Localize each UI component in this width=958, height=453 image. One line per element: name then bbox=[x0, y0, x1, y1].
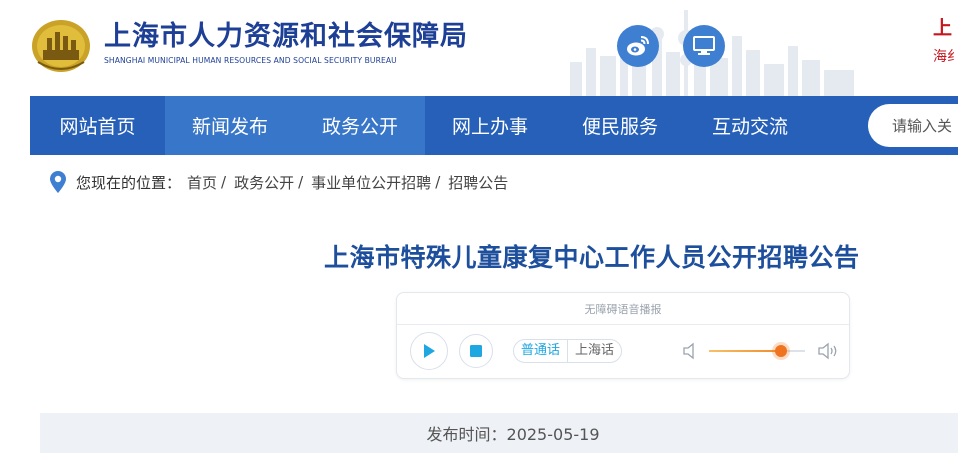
player-header: 无障碍语音播报 bbox=[397, 293, 849, 325]
publish-date: 2025-05-19 bbox=[506, 425, 600, 444]
pc-version-button[interactable] bbox=[683, 25, 725, 67]
lang-shanghainese-option[interactable]: 上海话 bbox=[568, 340, 621, 362]
nav-item-public-services[interactable]: 便民服务 bbox=[555, 96, 685, 155]
search-input[interactable]: 请输入关 bbox=[868, 104, 958, 147]
main-nav: 网站首页 新闻发布 政务公开 网上办事 便民服务 互动交流 请输入关 bbox=[30, 96, 958, 155]
breadcrumb: 您现在的位置： 首页 / 政务公开 / 事业单位公开招聘 / 招聘公告 bbox=[50, 170, 508, 194]
breadcrumb-announcement[interactable]: 招聘公告 bbox=[448, 172, 508, 193]
stop-icon bbox=[470, 345, 482, 357]
weibo-button[interactable] bbox=[617, 25, 659, 67]
page-title: 上海市特殊儿童康复中心工作人员公开招聘公告 bbox=[324, 243, 860, 272]
nav-item-news[interactable]: 新闻发布 bbox=[165, 96, 295, 155]
stop-button[interactable] bbox=[459, 334, 493, 368]
volume-high-icon bbox=[818, 342, 837, 360]
header-right-text: 上 bbox=[933, 17, 953, 39]
breadcrumb-separator: / bbox=[221, 173, 227, 191]
article-info-bar: 发布时间：2025-05-19 bbox=[40, 413, 958, 453]
volume-slider-fill bbox=[709, 350, 781, 352]
computer-icon bbox=[693, 36, 715, 55]
header-right-subtext: 海纟 bbox=[933, 49, 958, 65]
publish-info: 发布时间：2025-05-19 bbox=[399, 421, 600, 445]
breadcrumb-recruitment[interactable]: 事业单位公开招聘 bbox=[311, 172, 431, 193]
lang-mandarin-option[interactable]: 普通话 bbox=[514, 340, 569, 362]
play-icon bbox=[424, 344, 435, 358]
audio-player: 无障碍语音播报 普通话 上海话 bbox=[396, 292, 850, 379]
nav-item-interaction[interactable]: 互动交流 bbox=[685, 96, 815, 155]
search-placeholder: 请输入关 bbox=[892, 117, 953, 135]
nav-item-online-services[interactable]: 网上办事 bbox=[425, 96, 555, 155]
weibo-icon bbox=[627, 36, 649, 56]
breadcrumb-separator: / bbox=[298, 173, 304, 191]
breadcrumb-government-affairs[interactable]: 政务公开 bbox=[234, 172, 294, 193]
language-toggle: 普通话 上海话 bbox=[513, 339, 623, 363]
play-button[interactable] bbox=[410, 332, 448, 370]
site-header: 上海市人力资源和社会保障局 SHANGHAI MUNICIPAL HUMAN R… bbox=[0, 0, 958, 96]
breadcrumb-home[interactable]: 首页 bbox=[187, 172, 217, 193]
nav-item-government-affairs[interactable]: 政务公开 bbox=[295, 96, 425, 155]
site-title: 上海市人力资源和社会保障局 bbox=[104, 21, 468, 52]
site-subtitle: SHANGHAI MUNICIPAL HUMAN RESOURCES AND S… bbox=[104, 56, 397, 65]
breadcrumb-prefix: 您现在的位置： bbox=[76, 173, 182, 192]
volume-slider[interactable] bbox=[709, 345, 805, 357]
location-pin-icon bbox=[50, 171, 66, 193]
volume-low-icon bbox=[683, 342, 694, 360]
bureau-logo bbox=[32, 20, 90, 72]
breadcrumb-separator: / bbox=[435, 173, 441, 191]
nav-item-home[interactable]: 网站首页 bbox=[30, 96, 165, 155]
publish-label: 发布时间： bbox=[426, 425, 507, 444]
volume-slider-knob[interactable] bbox=[775, 345, 787, 357]
